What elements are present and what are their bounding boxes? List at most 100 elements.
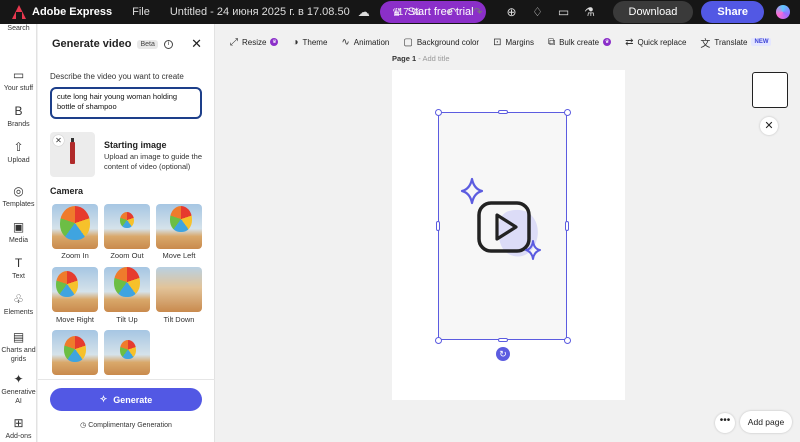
undo-icon[interactable]: ↶ bbox=[441, 5, 463, 19]
cloud-icon[interactable]: ☁ bbox=[358, 5, 370, 19]
clock-icon: ◷ bbox=[80, 422, 87, 429]
starting-image-description: Upload an image to guide the content of … bbox=[104, 152, 202, 171]
resize-handle-bottom-right[interactable] bbox=[564, 337, 571, 344]
generative-ai-icon: ✦ bbox=[13, 372, 24, 386]
rotate-icon[interactable]: ↻ bbox=[496, 347, 510, 361]
rail-label: Charts and grids bbox=[1, 347, 36, 363]
add-page-button[interactable]: Add page bbox=[740, 411, 792, 433]
brand-icon: B bbox=[14, 104, 23, 118]
background-color-icon: ▢ bbox=[403, 36, 413, 48]
redo-icon[interactable]: ↷ bbox=[467, 5, 489, 19]
prompt-label: Describe the video you want to create bbox=[50, 72, 184, 81]
camera-option-7[interactable] bbox=[52, 330, 98, 375]
tool-label: Translate bbox=[714, 37, 748, 47]
rail-item-media[interactable]: ▣ Media bbox=[0, 220, 37, 245]
translate-icon: 文 bbox=[700, 38, 711, 50]
upload-icon: ⇧ bbox=[13, 140, 24, 154]
rail-item-charts[interactable]: ▤ Charts and grids bbox=[0, 330, 37, 364]
camera-option-move-right[interactable] bbox=[52, 267, 98, 312]
tool-theme[interactable]: ◑ Theme bbox=[292, 37, 327, 48]
close-icon[interactable]: ✕ bbox=[191, 36, 202, 52]
tool-background-color[interactable]: ▢ Background color bbox=[403, 37, 479, 48]
page-number: Page 1 bbox=[392, 54, 417, 63]
tool-label: Quick replace bbox=[637, 37, 687, 47]
templates-icon: ◎ bbox=[13, 184, 24, 198]
rail-label: Text bbox=[12, 273, 25, 280]
rail-item-elements[interactable]: ♧ Elements bbox=[0, 292, 37, 317]
complimentary-label: Complimentary Generation bbox=[88, 422, 172, 429]
beta-badge: Beta bbox=[137, 39, 158, 49]
rail-item-templates[interactable]: ◎ Templates bbox=[0, 184, 37, 209]
share-button[interactable]: Share bbox=[701, 1, 764, 23]
rail-label: Upload bbox=[7, 157, 30, 164]
document-title[interactable]: Untitled - 24 июня 2025 г. в 17.08.50 bbox=[170, 6, 350, 18]
tool-animation[interactable]: ∿ Animation bbox=[341, 37, 389, 48]
download-button[interactable]: Download bbox=[612, 1, 694, 23]
rail-label: Brands bbox=[7, 121, 30, 128]
app-name: Adobe Express bbox=[32, 6, 113, 18]
more-options-icon[interactable]: ••• bbox=[715, 413, 735, 433]
flask-icon[interactable]: ⚗ bbox=[579, 5, 601, 19]
remove-image-icon[interactable]: ✕ bbox=[53, 135, 64, 146]
rail-item-brands[interactable]: B Brands bbox=[0, 104, 37, 129]
camera-option-8[interactable] bbox=[104, 330, 150, 375]
rail-item-text[interactable]: T Text bbox=[0, 256, 37, 281]
avatar[interactable] bbox=[776, 5, 790, 19]
adobe-express-logo[interactable] bbox=[12, 5, 26, 19]
canvas-toolbar: ⤢ Resize ♛ ◑ Theme ∿ Animation ▢ Backgro… bbox=[216, 32, 800, 52]
tool-label: Background color bbox=[416, 37, 480, 47]
tool-label: Bulk create bbox=[559, 37, 600, 47]
resize-handle-top-left[interactable] bbox=[435, 109, 442, 116]
file-menu[interactable]: File bbox=[132, 6, 150, 18]
rail-item-upload[interactable]: ⇧ Upload bbox=[0, 140, 37, 165]
invite-icon[interactable]: ⊕ bbox=[501, 5, 523, 19]
resize-handle-top[interactable] bbox=[498, 110, 508, 114]
comment-icon[interactable]: ▭ bbox=[553, 5, 575, 19]
text-icon: T bbox=[14, 256, 23, 270]
tool-margins[interactable]: ⊡ Margins bbox=[493, 37, 534, 48]
rail-item-addons[interactable]: ⊞ Add-ons bbox=[0, 416, 37, 441]
camera-option-move-left[interactable] bbox=[156, 204, 202, 249]
video-placeholder[interactable] bbox=[438, 112, 567, 340]
rail-label: Your stuff bbox=[3, 85, 34, 92]
top-bar: Adobe Express File Untitled - 24 июня 20… bbox=[0, 0, 800, 24]
quick-replace-icon: ⇄ bbox=[625, 36, 634, 48]
panel-header: Generate video Beta i bbox=[52, 38, 202, 50]
page-label[interactable]: Page 1 - Add title bbox=[392, 54, 450, 63]
resize-handle-top-right[interactable] bbox=[564, 109, 571, 116]
prompt-input[interactable]: cute long hair young woman holding bottl… bbox=[50, 87, 202, 119]
panel-divider bbox=[38, 379, 215, 380]
addons-icon: ⊞ bbox=[13, 416, 24, 430]
generate-video-panel: Generate video Beta i ✕ Describe the vid… bbox=[38, 24, 215, 442]
camera-option-zoom-in[interactable] bbox=[52, 204, 98, 249]
lightbulb-icon[interactable]: ♢ bbox=[527, 5, 549, 19]
tool-resize[interactable]: ⤢ Resize ♛ bbox=[230, 37, 279, 48]
starting-image-thumbnail[interactable]: ✕ bbox=[50, 132, 95, 177]
generate-button[interactable]: ✧ Generate bbox=[50, 388, 202, 411]
generate-label: Generate bbox=[113, 394, 153, 405]
camera-title: Camera bbox=[50, 186, 84, 196]
rail-item-your-stuff[interactable]: ▭ Your stuff bbox=[0, 68, 37, 93]
video-play-illustration bbox=[460, 177, 541, 260]
page-thumbnail[interactable] bbox=[752, 72, 788, 108]
zoom-level[interactable]: 17 % bbox=[398, 7, 421, 18]
camera-option-zoom-out[interactable] bbox=[104, 204, 150, 249]
rail-item-generative-ai[interactable]: ✦ Generative AI bbox=[0, 372, 37, 406]
tool-quick-replace[interactable]: ⇄ Quick replace bbox=[625, 37, 686, 48]
camera-option-label: Zoom In bbox=[61, 251, 89, 260]
resize-handle-bottom[interactable] bbox=[498, 338, 508, 342]
tool-label: Animation bbox=[353, 37, 390, 47]
rail-label: Media bbox=[8, 237, 29, 244]
resize-handle-right[interactable] bbox=[565, 221, 569, 231]
close-icon[interactable]: ✕ bbox=[760, 117, 778, 135]
info-icon[interactable]: i bbox=[163, 39, 173, 49]
tool-bulk-create[interactable]: ⧉ Bulk create ♛ bbox=[548, 37, 612, 48]
tool-translate[interactable]: 文 Translate NEW bbox=[700, 35, 772, 50]
camera-option-tilt-up[interactable] bbox=[104, 267, 150, 312]
rail-item-search[interactable]: Search bbox=[0, 24, 37, 33]
add-title[interactable]: - Add title bbox=[418, 54, 449, 63]
camera-option-tilt-down[interactable] bbox=[156, 267, 202, 312]
resize-handle-left[interactable] bbox=[436, 221, 440, 231]
add-title-text: Add title bbox=[422, 54, 450, 63]
resize-handle-bottom-left[interactable] bbox=[435, 337, 442, 344]
